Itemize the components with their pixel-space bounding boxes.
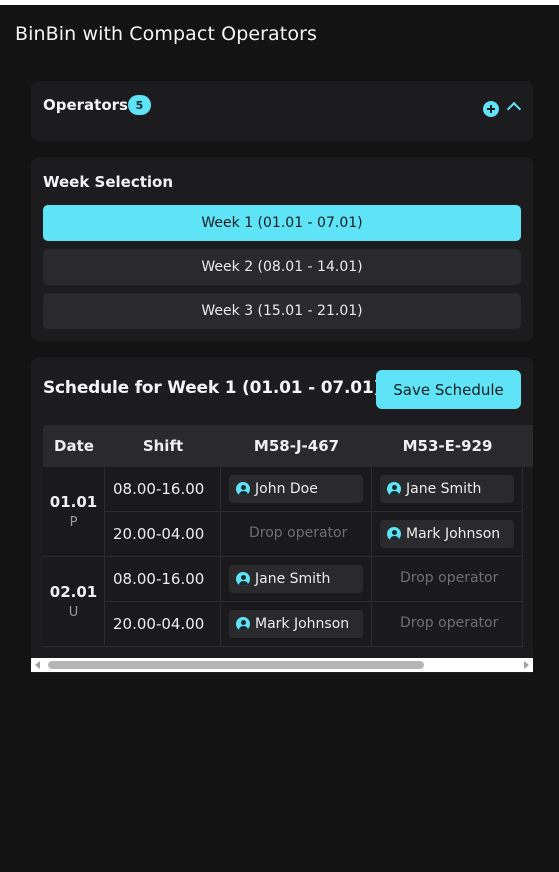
drop-operator-placeholder: Drop operator: [400, 615, 499, 631]
app-title: BinBin with Compact Operators: [15, 23, 317, 45]
shift-time: 20.00-04.00: [105, 602, 221, 647]
operator-chip[interactable]: Mark Johnson: [229, 610, 363, 638]
user-icon: [387, 482, 401, 496]
schedule-slot[interactable]: John Doe: [221, 467, 372, 512]
column-header-vehicle-2: M53-E-929: [402, 437, 493, 455]
chevron-up-icon[interactable]: [506, 101, 522, 117]
week-selection-title: Week Selection: [43, 173, 174, 191]
column-header-date: Date: [54, 437, 94, 455]
schedule-slot[interactable]: Mark Johnson: [221, 602, 372, 647]
column-header-vehicle-1: M58-J-467: [253, 437, 340, 455]
schedule-slot[interactable]: Drop operator: [372, 557, 523, 602]
operator-chip[interactable]: John Doe: [229, 475, 363, 503]
user-icon: [236, 482, 250, 496]
table-header: Date Shift M58-J-467 M53-E-929: [43, 425, 533, 467]
operator-chip[interactable]: Mark Johnson: [380, 520, 514, 548]
schedule-slot[interactable]: Jane Smith: [372, 467, 523, 512]
schedule-title: Schedule for Week 1 (01.01 - 07.01): [43, 378, 382, 398]
table-body: 01.01 P 08.00-16.00 John Doe Jane Smith: [43, 467, 533, 647]
scroll-left-arrow-icon[interactable]: [35, 661, 40, 669]
schedule-slot[interactable]: Drop operator: [372, 602, 523, 647]
scroll-right-arrow-icon[interactable]: [524, 661, 529, 669]
schedule-table: Date Shift M58-J-467 M53-E-929 01.01 P 0…: [43, 425, 533, 660]
shift-time: 08.00-16.00: [105, 467, 221, 512]
app-screen: BinBin with Compact Operators Operators …: [0, 5, 559, 872]
drop-operator-placeholder: Drop operator: [249, 525, 348, 541]
save-schedule-button[interactable]: Save Schedule: [376, 370, 521, 409]
operators-count-badge: 5: [128, 95, 151, 115]
operator-name: Mark Johnson: [255, 616, 350, 632]
operators-label: Operators: [43, 96, 128, 114]
date-cell: 01.01 P: [43, 467, 105, 557]
user-icon: [387, 527, 401, 541]
operator-name: Mark Johnson: [406, 526, 501, 542]
user-icon: [236, 572, 250, 586]
week-2-button[interactable]: Week 2 (08.01 - 14.01): [43, 249, 521, 285]
date-label: 01.01: [49, 493, 98, 511]
operator-name: John Doe: [255, 481, 318, 497]
schedule-slot[interactable]: Drop operator: [221, 512, 372, 557]
operator-name: Jane Smith: [406, 481, 482, 497]
add-operator-icon[interactable]: [483, 101, 499, 117]
date-label: 02.01: [49, 583, 98, 601]
schedule-panel: Schedule for Week 1 (01.01 - 07.01) Save…: [31, 357, 533, 673]
user-icon: [236, 617, 250, 631]
schedule-slot[interactable]: Jane Smith: [221, 557, 372, 602]
schedule-slot[interactable]: Mark Johnson: [372, 512, 523, 557]
operator-name: Jane Smith: [255, 571, 331, 587]
week-3-button[interactable]: Week 3 (15.01 - 21.01): [43, 293, 521, 329]
shift-time: 20.00-04.00: [105, 512, 221, 557]
day-code: P: [69, 515, 78, 530]
date-cell: 02.01 U: [43, 557, 105, 647]
scrollbar-thumb[interactable]: [48, 661, 424, 669]
shift-time: 08.00-16.00: [105, 557, 221, 602]
week-1-button[interactable]: Week 1 (01.01 - 07.01): [43, 205, 521, 241]
horizontal-scrollbar[interactable]: [31, 658, 533, 672]
column-header-shift: Shift: [142, 437, 184, 455]
operator-chip[interactable]: Jane Smith: [380, 475, 514, 503]
operators-panel: Operators 5: [31, 81, 533, 141]
drop-operator-placeholder: Drop operator: [400, 570, 499, 586]
operator-chip[interactable]: Jane Smith: [229, 565, 363, 593]
week-selection-panel: Week Selection Week 1 (01.01 - 07.01) We…: [31, 157, 533, 341]
day-code: U: [68, 605, 79, 620]
